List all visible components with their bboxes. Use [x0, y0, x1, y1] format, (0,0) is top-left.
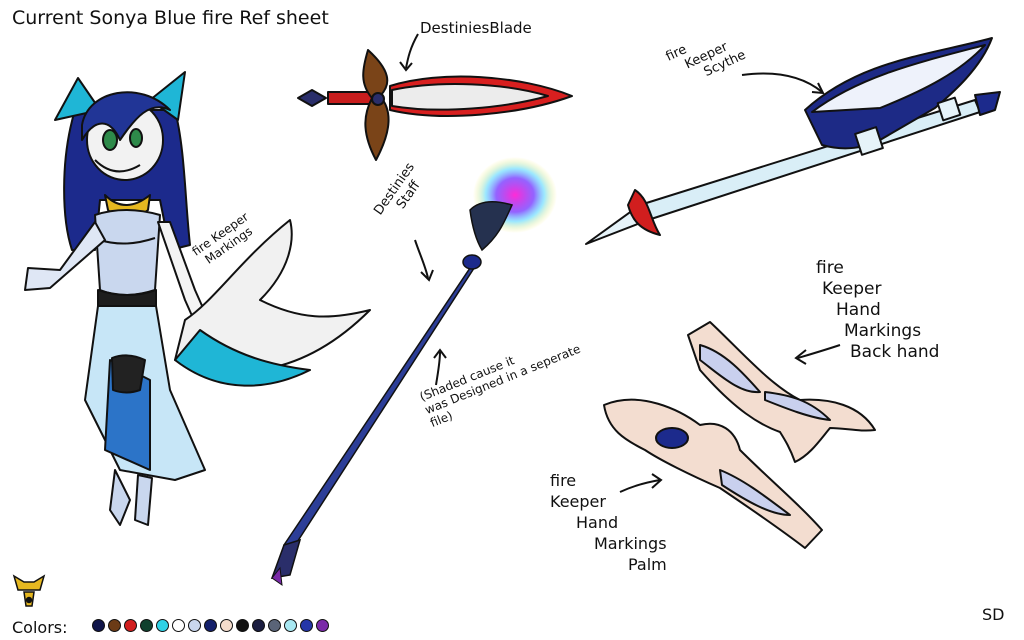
label-destinies-blade: DestiniesBlade — [420, 19, 532, 37]
color-swatch-dark-navy — [252, 619, 265, 632]
label-palm-line-3: Hand — [576, 513, 619, 532]
color-swatch-aqua — [156, 619, 169, 632]
label-back-line-2: Keeper — [822, 279, 882, 299]
color-swatch-white — [172, 619, 185, 632]
label-hand-back: fire Keeper Hand Markings Back hand — [816, 258, 939, 363]
label-palm-line-5: Palm — [628, 555, 667, 574]
sheet-title: Current Sonya Blue fire Ref sheet — [12, 7, 329, 29]
color-swatch-peach — [220, 619, 233, 632]
color-swatch-dark-green — [140, 619, 153, 632]
necklace-emblem-icon — [12, 574, 46, 607]
color-swatch-red — [124, 619, 137, 632]
label-back-line-5: Back hand — [850, 342, 940, 362]
character-sonya — [24, 71, 371, 526]
color-swatch-navy — [204, 619, 217, 632]
color-swatch-slate — [268, 619, 281, 632]
color-swatch-black — [236, 619, 249, 632]
color-palette — [92, 619, 329, 632]
label-back-line-1: fire — [816, 258, 844, 278]
destinies-blade-sword — [297, 49, 573, 161]
color-swatch-brown — [108, 619, 121, 632]
label-hand-palm: fire Keeper Hand Markings Palm — [550, 470, 667, 575]
color-swatch-light-blue — [188, 619, 201, 632]
artist-signature: SD — [982, 605, 1005, 624]
color-swatch-deep-blue — [300, 619, 313, 632]
label-palm-line-1: fire — [550, 471, 577, 490]
fire-keeper-scythe — [585, 37, 1001, 245]
color-swatch-violet — [316, 619, 329, 632]
label-palm-line-4: Markings — [594, 534, 667, 553]
color-swatch-black-blue — [92, 619, 105, 632]
label-back-line-3: Hand — [836, 300, 881, 320]
label-palm-line-2: Keeper — [550, 492, 606, 511]
label-back-line-4: Markings — [844, 321, 922, 341]
colors-label: Colors: — [12, 618, 68, 637]
color-swatch-cyan-white — [284, 619, 297, 632]
